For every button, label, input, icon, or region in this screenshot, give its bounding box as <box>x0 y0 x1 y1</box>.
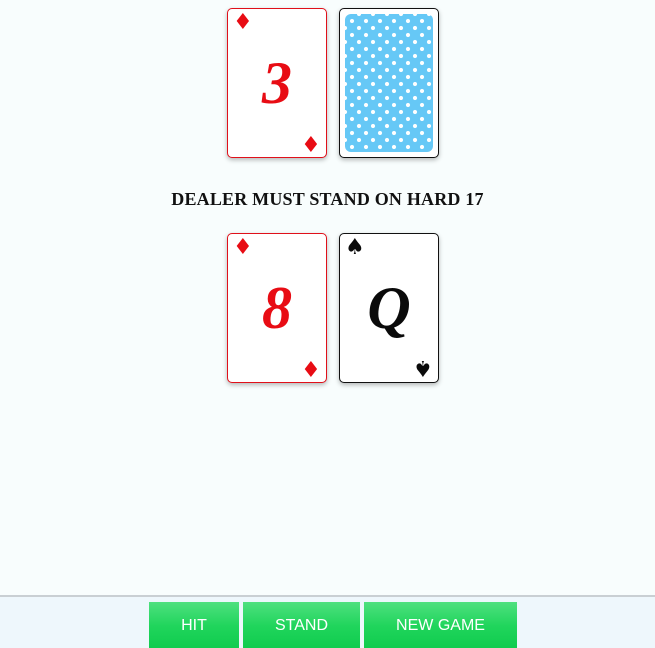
player-card-1: ♦ 8 ♦ <box>227 233 327 383</box>
player-card-2: ♠ Q ♠ <box>339 233 439 383</box>
spade-icon: ♠ <box>345 235 365 260</box>
dealer-hand: ♦ 3 ♦ <box>0 8 655 160</box>
diamond-icon: ♦ <box>233 235 253 260</box>
card-back-pattern <box>345 14 433 152</box>
diamond-icon: ♦ <box>301 130 321 155</box>
card-rank: 8 <box>262 275 292 341</box>
card-rank: Q <box>367 275 411 341</box>
dealer-card-2-facedown <box>339 8 439 158</box>
hit-button[interactable]: HIT <box>149 602 239 648</box>
new-game-button[interactable]: NEW GAME <box>364 602 517 648</box>
controls-bar: HIT STAND NEW GAME <box>0 595 655 648</box>
dealer-card-1: ♦ 3 ♦ <box>227 8 327 158</box>
card-rank: 3 <box>262 50 292 116</box>
stand-button[interactable]: STAND <box>243 602 360 648</box>
blackjack-table: ♦ 3 ♦ DEALER MUST STAND ON HARD 17 ♦ 8 ♦… <box>0 0 655 648</box>
spade-icon: ♠ <box>413 355 433 380</box>
diamond-icon: ♦ <box>301 355 321 380</box>
player-hand: ♦ 8 ♦ ♠ Q ♠ <box>0 233 655 385</box>
status-message: DEALER MUST STAND ON HARD 17 <box>171 189 484 209</box>
diamond-icon: ♦ <box>233 10 253 35</box>
